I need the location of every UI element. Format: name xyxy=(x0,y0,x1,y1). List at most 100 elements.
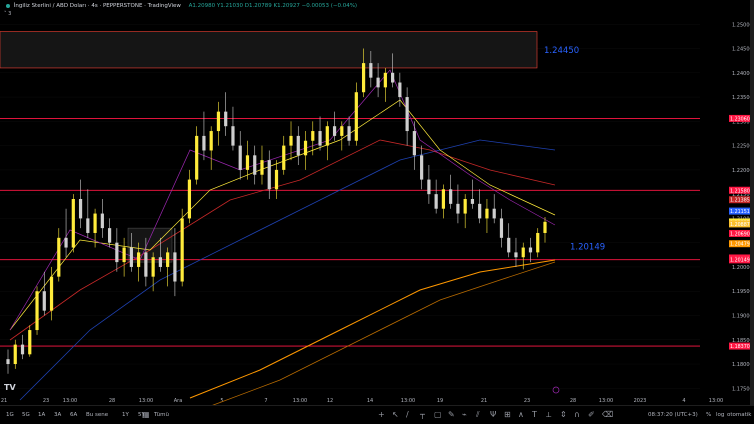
candle-body[interactable] xyxy=(187,179,192,219)
crosshair-icon[interactable]: + xyxy=(378,410,385,419)
candle-body[interactable] xyxy=(93,213,97,233)
timeframe-1a[interactable]: 1A xyxy=(38,412,45,418)
timeframe-tümü[interactable]: Tümü xyxy=(154,412,169,418)
percent-toggle[interactable]: % xyxy=(706,412,711,418)
candle-body[interactable] xyxy=(412,131,416,156)
candle-body[interactable] xyxy=(456,203,460,214)
candle-body[interactable] xyxy=(354,92,358,141)
candle-body[interactable] xyxy=(209,131,213,151)
channel-icon[interactable]: ⫽ xyxy=(476,410,480,420)
candle-body[interactable] xyxy=(253,155,257,175)
candle-body[interactable] xyxy=(20,344,25,355)
timeframe-1g[interactable]: 1G xyxy=(6,412,14,418)
candle-body[interactable] xyxy=(13,344,17,365)
timeframe-bu-sene[interactable]: Bu sene xyxy=(86,412,108,418)
candle-body[interactable] xyxy=(42,291,46,311)
candle-body[interactable] xyxy=(361,63,366,93)
gann-icon[interactable]: ⊞ xyxy=(504,410,511,419)
candle-body[interactable] xyxy=(238,145,242,170)
candle-body[interactable] xyxy=(383,72,387,88)
trend-line-icon[interactable]: / xyxy=(406,410,409,419)
eraser-icon[interactable]: ⌫ xyxy=(602,410,613,419)
candle-body[interactable] xyxy=(470,199,475,204)
price-chart[interactable]: 1.250001.245001.240001.235001.230001.225… xyxy=(0,0,754,423)
calendar-icon[interactable]: ▦ xyxy=(142,410,150,419)
candle-body[interactable] xyxy=(332,126,337,136)
candle-body[interactable] xyxy=(137,252,141,267)
candle-body[interactable] xyxy=(303,140,308,156)
candle-body[interactable] xyxy=(115,242,119,263)
brush-icon[interactable]: ✐ xyxy=(588,410,595,419)
candle-body[interactable] xyxy=(245,155,250,170)
candle-body[interactable] xyxy=(274,169,279,190)
candle-body[interactable] xyxy=(64,237,68,248)
candle-body[interactable] xyxy=(78,199,83,219)
pencil-icon[interactable]: ✎ xyxy=(448,410,455,419)
candle-body[interactable] xyxy=(100,213,104,229)
candle-body[interactable] xyxy=(71,199,75,248)
candle-body[interactable] xyxy=(107,228,112,243)
price-range-icon[interactable]: ⇕ xyxy=(560,410,567,419)
symbol-title[interactable]: İngiliz Sterlini / ABD Doları · 4s · PEP… xyxy=(14,3,181,9)
demand-box[interactable] xyxy=(127,227,173,263)
candle-body[interactable] xyxy=(35,291,39,331)
candle-body[interactable] xyxy=(318,131,322,146)
fib-icon[interactable]: ⌁ xyxy=(462,410,467,419)
candle-body[interactable] xyxy=(427,179,431,195)
candle-body[interactable] xyxy=(49,276,54,311)
candle-body[interactable] xyxy=(449,189,453,204)
candle-body[interactable] xyxy=(296,135,300,156)
candle-body[interactable] xyxy=(543,221,547,233)
candle-body[interactable] xyxy=(216,111,221,132)
candle-body[interactable] xyxy=(144,252,148,277)
measure-icon[interactable]: ⟂ xyxy=(546,410,551,420)
horizontal-line-icon[interactable]: ┬ xyxy=(420,410,425,419)
candle-body[interactable] xyxy=(347,126,351,141)
candle-body[interactable] xyxy=(536,232,540,253)
candle-body[interactable] xyxy=(369,63,373,78)
candle-body[interactable] xyxy=(441,189,446,209)
candle-body[interactable] xyxy=(499,218,504,238)
candle-body[interactable] xyxy=(325,126,329,146)
candle-body[interactable] xyxy=(224,111,228,127)
candle-body[interactable] xyxy=(405,97,409,132)
symbol-header[interactable]: İngiliz Sterlini / ABD Doları · 4s · PEP… xyxy=(4,3,357,9)
indicator-toggle[interactable]: ˅ 3 xyxy=(4,11,11,17)
candle-body[interactable] xyxy=(231,126,235,146)
timeframe-1y[interactable]: 1Y xyxy=(122,412,129,418)
timeframe-6a[interactable]: 6A xyxy=(70,412,77,418)
event-marker-icon[interactable] xyxy=(552,386,560,394)
candle-body[interactable] xyxy=(311,131,315,141)
candle-body[interactable] xyxy=(129,247,133,267)
candle-body[interactable] xyxy=(507,237,511,253)
candle-body[interactable] xyxy=(289,135,293,146)
candle-body[interactable] xyxy=(514,252,518,258)
candle-body[interactable] xyxy=(528,247,533,253)
candle-body[interactable] xyxy=(122,247,126,263)
candle-body[interactable] xyxy=(260,160,264,175)
candle-body[interactable] xyxy=(195,135,199,180)
timeframe-3a[interactable]: 3A xyxy=(54,412,61,418)
auto-toggle[interactable]: otomatik xyxy=(727,412,751,418)
candle-body[interactable] xyxy=(57,237,61,277)
candle-body[interactable] xyxy=(151,257,155,277)
candle-body[interactable] xyxy=(434,194,438,209)
candle-body[interactable] xyxy=(485,208,489,219)
rectangle-icon[interactable]: ▢ xyxy=(434,410,442,419)
candle-body[interactable] xyxy=(180,218,184,282)
candle-body[interactable] xyxy=(267,160,271,190)
candle-body[interactable] xyxy=(420,155,424,180)
candle-body[interactable] xyxy=(28,330,32,355)
cursor-icon[interactable]: ↖ xyxy=(392,410,399,419)
candle-body[interactable] xyxy=(376,77,380,88)
candle-body[interactable] xyxy=(173,252,177,282)
candle-body[interactable] xyxy=(478,203,482,219)
tradingview-logo-icon[interactable]: TV xyxy=(4,383,16,392)
candle-body[interactable] xyxy=(398,82,402,98)
candle-body[interactable] xyxy=(521,247,525,258)
candle-body[interactable] xyxy=(463,199,467,214)
magnet-icon[interactable]: ∩ xyxy=(574,410,580,419)
candle-body[interactable] xyxy=(202,135,206,151)
candle-body[interactable] xyxy=(86,218,90,233)
text-icon[interactable]: T xyxy=(532,410,537,419)
